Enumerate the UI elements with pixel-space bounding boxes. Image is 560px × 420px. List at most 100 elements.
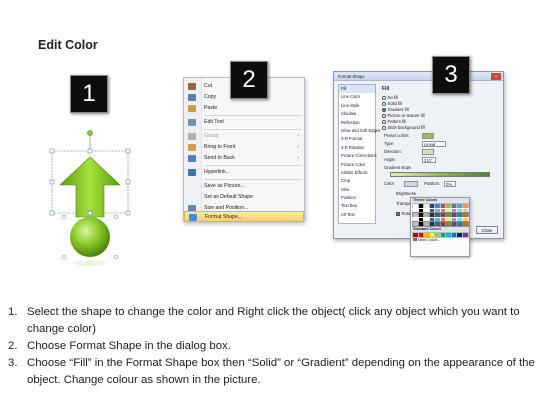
nav-item-line-style[interactable]: Line Style — [339, 102, 375, 110]
color-swatch[interactable] — [434, 203, 441, 209]
color-swatch[interactable] — [417, 221, 425, 227]
color-swatch[interactable] — [450, 203, 458, 209]
color-swatch[interactable] — [417, 203, 425, 209]
color-swatch[interactable] — [423, 221, 430, 227]
gradient-stops-bar[interactable] — [390, 172, 490, 177]
nav-item-3d-rotation[interactable]: 3-D Rotation — [339, 144, 375, 152]
color-swatch[interactable] — [412, 212, 419, 218]
direction-dropdown[interactable] — [422, 149, 434, 155]
color-swatch[interactable] — [456, 232, 463, 238]
nav-item-shadow[interactable]: Shadow — [339, 110, 375, 118]
color-swatch[interactable] — [450, 232, 458, 238]
color-swatch[interactable] — [434, 232, 441, 238]
color-swatch[interactable] — [428, 203, 436, 209]
nav-item-size[interactable]: Size — [339, 186, 375, 194]
color-swatch[interactable] — [423, 203, 430, 209]
menu-item-send-to-back[interactable]: Send to Back › — [184, 153, 304, 164]
color-swatch[interactable] — [445, 203, 452, 209]
color-swatch[interactable] — [423, 207, 430, 214]
selected-shape-illustration[interactable] — [40, 125, 140, 285]
menu-item-hyperlink[interactable]: Hyperlink... — [184, 167, 304, 178]
color-swatch[interactable] — [412, 203, 419, 209]
color-swatch[interactable] — [434, 221, 441, 227]
color-swatch[interactable] — [445, 212, 452, 218]
color-swatch[interactable] — [417, 207, 425, 214]
menu-item-paste[interactable]: Paste — [184, 103, 304, 114]
color-swatch[interactable] — [461, 221, 469, 227]
color-swatch[interactable] — [428, 212, 436, 218]
color-swatch[interactable] — [439, 216, 447, 223]
color-swatch[interactable] — [423, 212, 430, 218]
menu-item-set-default-shape[interactable]: Set as Default Shape — [184, 192, 304, 203]
color-swatch[interactable] — [456, 221, 463, 227]
color-swatch[interactable] — [450, 216, 458, 223]
color-swatch[interactable] — [461, 232, 469, 238]
color-swatch[interactable] — [423, 216, 430, 223]
color-swatch[interactable] — [412, 216, 419, 223]
color-swatch[interactable] — [439, 232, 447, 238]
nav-item-crop[interactable]: Crop — [339, 177, 375, 185]
nav-item-alt-text[interactable]: Alt Text — [339, 211, 375, 219]
nav-item-glow[interactable]: Glow and Soft Edges — [339, 127, 380, 135]
color-swatch[interactable] — [417, 232, 425, 238]
menu-item-bring-to-front[interactable]: Bring to Front › — [184, 142, 304, 153]
color-swatch[interactable] — [445, 207, 452, 214]
dialog-nav: Fill Line Color Line Style Shadow Reflec… — [338, 84, 380, 224]
color-swatch[interactable] — [456, 216, 463, 223]
theme-colors-grid — [411, 203, 469, 227]
position-input[interactable]: 0% — [444, 181, 456, 187]
color-swatch[interactable] — [412, 207, 419, 214]
menu-item-group[interactable]: Group › — [184, 131, 304, 142]
nav-item-line-color[interactable]: Line Color — [339, 93, 375, 101]
color-swatch[interactable] — [445, 216, 452, 223]
color-swatch[interactable] — [439, 212, 447, 218]
color-swatch[interactable] — [461, 216, 469, 223]
color-swatch[interactable] — [428, 232, 436, 238]
angle-input[interactable]: 210° — [422, 157, 436, 163]
color-swatch[interactable] — [445, 221, 452, 227]
color-swatch[interactable] — [456, 203, 463, 209]
nav-item-text-box[interactable]: Text Box — [339, 202, 375, 210]
color-swatch[interactable] — [461, 212, 469, 218]
nav-item-3d-format[interactable]: 3-D Format — [339, 135, 375, 143]
color-swatch[interactable] — [439, 203, 447, 209]
color-swatch[interactable] — [428, 207, 436, 214]
color-swatch[interactable] — [434, 216, 441, 223]
preset-colors-dropdown[interactable] — [422, 133, 434, 139]
color-swatch[interactable] — [417, 212, 425, 218]
color-swatch[interactable] — [450, 221, 458, 227]
color-swatch[interactable] — [423, 232, 430, 238]
color-dropdown[interactable] — [404, 181, 418, 187]
color-swatch[interactable] — [450, 212, 458, 218]
color-swatch[interactable] — [456, 207, 463, 214]
menu-item-format-shape[interactable]: Format Shape... — [184, 211, 304, 222]
color-swatch[interactable] — [439, 221, 447, 227]
menu-item-save-as-picture[interactable]: Save as Picture... — [184, 181, 304, 192]
color-swatch[interactable] — [412, 232, 419, 238]
type-dropdown[interactable]: Linear — [422, 141, 446, 147]
color-swatch[interactable] — [439, 207, 447, 214]
nav-item-fill[interactable]: Fill — [339, 85, 375, 94]
menu-item-edit-text[interactable]: Edit Text — [184, 117, 304, 128]
color-swatch[interactable] — [461, 203, 469, 209]
close-button[interactable]: Close — [476, 226, 498, 234]
radio-slide-bg-fill[interactable]: Slide background fill — [382, 125, 425, 131]
color-swatch[interactable] — [428, 221, 436, 227]
color-swatch[interactable] — [428, 216, 436, 223]
nav-item-picture-corrections[interactable]: Picture Corrections — [339, 152, 377, 160]
color-swatch[interactable] — [445, 232, 452, 238]
color-swatch[interactable] — [456, 212, 463, 218]
color-swatch[interactable] — [417, 216, 425, 223]
nav-item-picture-color[interactable]: Picture Color — [339, 161, 375, 169]
color-swatch[interactable] — [434, 207, 441, 214]
close-icon[interactable]: × — [491, 73, 501, 80]
format-shape-icon — [189, 214, 197, 221]
nav-item-artistic-effects[interactable]: Artistic Effects — [339, 169, 375, 177]
color-swatch[interactable] — [434, 212, 441, 218]
nav-item-position[interactable]: Position — [339, 194, 375, 202]
color-swatch[interactable] — [412, 221, 419, 227]
nav-item-reflection[interactable]: Reflection — [339, 119, 375, 127]
more-colors-link[interactable]: More Colors... — [411, 238, 469, 243]
color-swatch[interactable] — [461, 207, 469, 214]
color-swatch[interactable] — [450, 207, 458, 214]
